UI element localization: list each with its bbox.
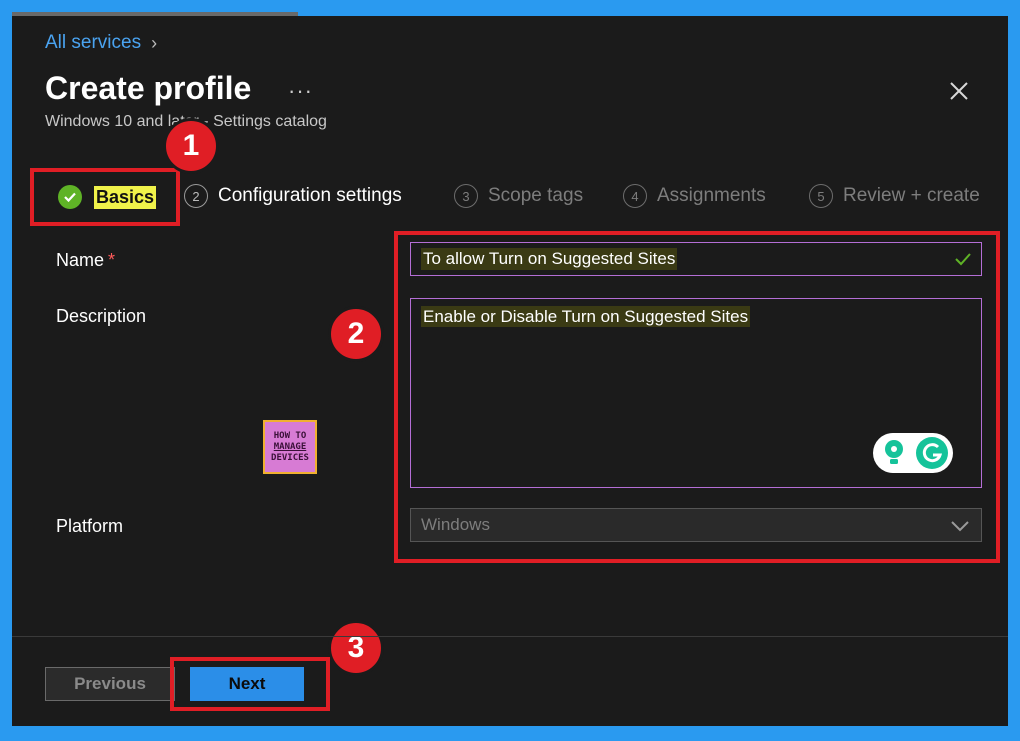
step-number: 3 [454,184,478,208]
breadcrumb: All services › [45,32,157,54]
tab-assignments[interactable]: 4 Assignments [623,184,766,208]
step-label: Review + create [843,185,980,206]
close-icon [950,82,968,100]
description-textarea[interactable]: Enable or Disable Turn on Suggested Site… [410,298,982,488]
check-icon [955,253,971,266]
next-button[interactable]: Next [190,667,304,701]
description-label: Description [56,306,147,326]
platform-label: Platform [56,516,124,536]
lightbulb-icon [885,440,903,464]
step-label: Configuration settings [218,185,402,206]
step-label: Assignments [657,185,766,206]
page-title: Create profile [45,70,252,106]
previous-button[interactable]: Previous [45,667,175,701]
tab-scope-tags[interactable]: 3 Scope tags [454,184,583,208]
step-number: 2 [184,184,208,208]
grammarly-icon [916,437,948,469]
logo-line3: DEVICES [271,452,309,463]
tab-basics[interactable]: Basics [30,168,180,226]
step-label: Basics [94,185,157,209]
chevron-down-icon [951,521,969,532]
chevron-right-icon: › [151,32,158,53]
platform-value: Windows [421,515,490,534]
callout-badge-2: 2 [328,306,384,362]
step-number: 5 [809,184,833,208]
breadcrumb-all-services[interactable]: All services [45,32,141,54]
tab-configuration-settings[interactable]: 2 Configuration settings [184,184,402,208]
create-profile-panel: All services › Create profile ··· Window… [12,16,1008,726]
name-input-value: To allow Turn on Suggested Sites [421,248,678,270]
description-value: Enable or Disable Turn on Suggested Site… [421,306,751,327]
name-label-text: Name [56,250,105,270]
platform-select[interactable]: Windows [410,508,982,542]
how-to-manage-devices-logo: HOW TO MANAGE DEVICES [263,420,317,474]
required-mark: * [108,250,116,270]
callout-badge-1: 1 [163,118,219,174]
step-label: Scope tags [488,185,584,206]
footer-divider [12,636,1008,637]
logo-line2: MANAGE [273,441,307,452]
name-input[interactable]: To allow Turn on Suggested Sites [410,242,982,276]
step-number: 4 [623,184,647,208]
tab-review-create[interactable]: 5 Review + create [809,184,980,208]
close-button[interactable] [942,74,976,108]
name-label: Name * [56,250,115,271]
check-icon [58,185,82,209]
logo-line1: HOW TO [273,430,307,441]
callout-badge-3: 3 [328,620,384,676]
grammarly-widget[interactable] [873,433,953,473]
more-options-icon[interactable]: ··· [288,78,313,104]
